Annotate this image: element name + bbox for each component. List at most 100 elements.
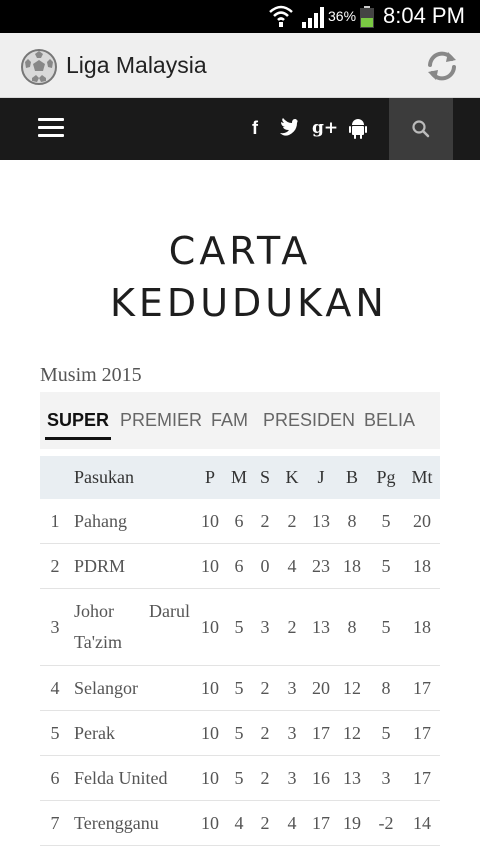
cell-rank: 7 [50,812,60,833]
cell-points: 14 [413,812,431,833]
cell-team: Johor Darul Ta'zim [74,601,190,652]
football-logo-icon [21,49,57,85]
col-goals-for: J [317,467,325,487]
cell-goal-diff: 5 [381,510,391,531]
cell-goals-for: 13 [312,510,330,531]
signal-icon [302,7,324,28]
cell-goals-against: 12 [343,722,361,743]
cell-team: Perak [74,722,115,743]
cell-points: 18 [413,555,431,576]
tab-fam[interactable]: FAM [211,392,248,449]
cell-team: Felda United [74,767,168,788]
cell-lost: 3 [287,722,297,743]
cell-goals-for: 17 [312,812,330,833]
cell-goals-for: 23 [312,555,330,576]
menu-icon[interactable] [38,118,66,140]
cell-won: 6 [234,510,244,531]
cell-rank: 6 [50,767,60,788]
cell-lost: 3 [287,677,297,698]
cell-drawn: 2 [260,510,270,531]
cell-rank: 3 [50,616,60,637]
cell-goals-for: 20 [312,677,330,698]
cell-points: 17 [413,767,431,788]
col-goals-against: B [345,467,358,487]
col-lost: K [285,467,299,487]
cell-played: 10 [201,510,219,531]
col-played: P [204,467,215,487]
cell-won: 5 [234,767,244,788]
tab-super[interactable]: SUPER [44,392,112,449]
cell-points: 17 [413,722,431,743]
android-icon[interactable] [348,116,368,140]
cell-drawn: 2 [260,722,270,743]
page-title: CARTA KEDUDUKAN [110,229,388,325]
cell-won: 5 [234,677,244,698]
search-icon [412,120,430,138]
status-bar: 36% 8:04 PM [0,0,480,33]
cell-played: 10 [201,677,219,698]
cell-rank: 1 [50,510,60,531]
cell-played: 10 [201,812,219,833]
season-label: Musim 2015 [40,364,142,386]
league-tabs: SUPER PREMIER FAM PRESIDEN BELIA [40,392,440,449]
cell-goal-diff: 8 [381,677,391,698]
col-points: Mt [411,467,433,487]
cell-drawn: 3 [260,616,270,637]
cell-goal-diff: 3 [381,767,391,788]
app-title: Liga Malaysia [66,52,207,78]
col-won: M [230,467,247,487]
standings-table: Pasukan P M S K J B Pg Mt 1 Pahang 10 6 2 2 13… [40,456,440,846]
battery-percent: 36% [328,8,357,24]
cell-goals-against: 13 [343,767,361,788]
cell-goal-diff: -2 [378,812,394,833]
cell-won: 4 [234,812,244,833]
cell-team: Selangor [74,677,138,698]
cell-team: Pahang [74,510,127,531]
cell-played: 10 [201,616,219,637]
search-button[interactable] [389,98,453,160]
table-row: 2 PDRM 10 6 0 4 23 18 5 18 [40,544,440,589]
cell-rank: 2 [50,555,60,576]
cell-goal-diff: 5 [381,555,391,576]
table-row: 6 Felda United 10 5 2 3 16 13 3 17 [40,756,440,801]
tab-presiden[interactable]: PRESIDEN [263,392,355,449]
cell-points: 17 [413,677,431,698]
google-plus-icon[interactable]: g+ [312,116,338,140]
cell-played: 10 [201,767,219,788]
cell-drawn: 2 [260,677,270,698]
col-team: Pasukan [74,467,134,487]
cell-goals-for: 17 [312,722,330,743]
cell-goals-against: 8 [347,510,357,531]
cell-goals-against: 19 [343,812,361,833]
cell-drawn: 2 [260,812,270,833]
twitter-icon[interactable] [278,116,298,140]
battery-icon [360,6,374,28]
app-bar: Liga Malaysia [0,33,480,98]
wifi-icon [269,5,293,27]
cell-lost: 4 [287,555,297,576]
tab-premier[interactable]: PREMIER [120,392,202,449]
cell-goals-against: 8 [347,616,357,637]
table-header: Pasukan P M S K J B Pg Mt [40,456,440,499]
cell-team: PDRM [74,555,126,576]
cell-goals-against: 18 [343,555,361,576]
cell-team: Terengganu [74,812,159,833]
tab-belia[interactable]: BELIA [364,392,415,449]
refresh-icon[interactable] [424,48,460,84]
cell-drawn: 2 [260,767,270,788]
cell-points: 20 [413,510,431,531]
col-rank [40,456,70,499]
cell-goals-for: 16 [312,767,330,788]
cell-rank: 4 [50,677,60,698]
cell-drawn: 0 [260,555,270,576]
table-row: 4 Selangor 10 5 2 3 20 12 8 17 [40,666,440,711]
cell-lost: 2 [287,510,297,531]
cell-points: 18 [413,616,431,637]
cell-goals-for: 13 [312,616,330,637]
facebook-icon[interactable]: f [246,116,264,140]
cell-lost: 2 [287,616,297,637]
table-row: 7 Terengganu 10 4 2 4 17 19 -2 14 [40,801,440,846]
nav-bar: f g+ [0,98,480,160]
cell-lost: 3 [287,767,297,788]
cell-won: 5 [234,616,244,637]
